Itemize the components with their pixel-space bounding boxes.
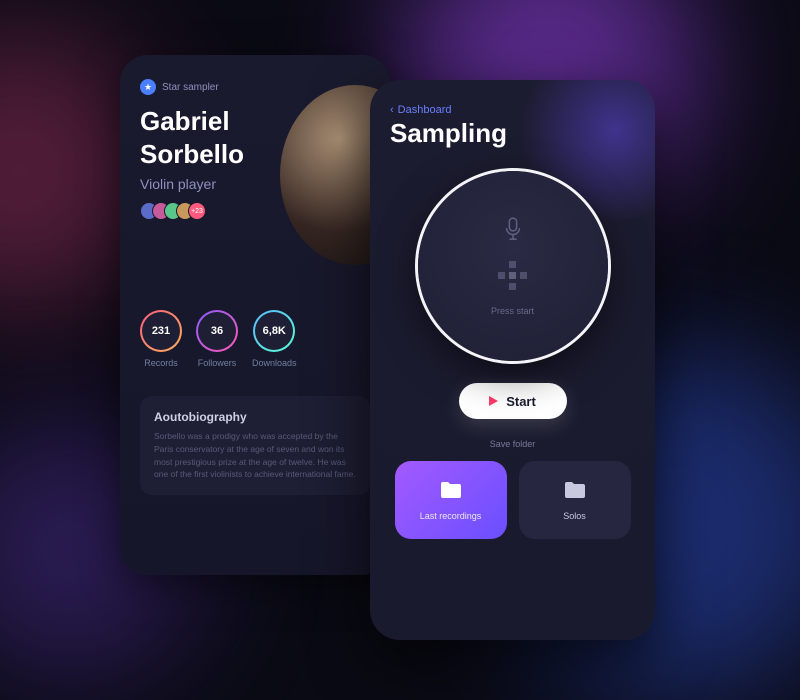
folder-grid: Last recordings Solos bbox=[390, 461, 635, 539]
folder-label: Last recordings bbox=[420, 511, 482, 521]
stat-followers[interactable]: 36 Followers bbox=[196, 310, 238, 368]
bio-title: Aoutobiography bbox=[154, 410, 356, 424]
artist-last-name: Sorbello bbox=[140, 139, 244, 169]
stat-downloads[interactable]: 6,8K Downloads bbox=[252, 310, 297, 368]
folder-label: Solos bbox=[563, 511, 586, 521]
chevron-left-icon: ‹ bbox=[390, 104, 394, 116]
stat-label: Followers bbox=[198, 358, 237, 368]
folder-icon bbox=[563, 480, 587, 505]
plus-icon bbox=[498, 261, 527, 290]
record-circle[interactable]: Press start bbox=[418, 171, 608, 361]
stats-row: 231 Records 36 Followers 6,8K Downloads bbox=[140, 310, 370, 368]
folder-icon bbox=[439, 480, 463, 505]
star-icon bbox=[140, 79, 156, 95]
badge-label: Star sampler bbox=[162, 82, 219, 93]
bio-section: Aoutobiography Sorbello was a prodigy wh… bbox=[140, 396, 370, 495]
profile-screen: Star sampler Gabriel Sorbello Violin pla… bbox=[120, 55, 390, 575]
folder-solos[interactable]: Solos bbox=[519, 461, 631, 539]
stat-value: 6,8K bbox=[253, 310, 295, 352]
stat-label: Records bbox=[144, 358, 178, 368]
start-button[interactable]: Start bbox=[459, 383, 567, 419]
save-folder-label: Save folder bbox=[390, 439, 635, 449]
back-label: Dashboard bbox=[398, 104, 452, 116]
page-title: Sampling bbox=[390, 118, 635, 149]
stat-records[interactable]: 231 Records bbox=[140, 310, 182, 368]
folder-last-recordings[interactable]: Last recordings bbox=[395, 461, 507, 539]
stat-label: Downloads bbox=[252, 358, 297, 368]
microphone-icon bbox=[502, 216, 524, 249]
artist-first-name: Gabriel bbox=[140, 106, 230, 136]
bio-text: Sorbello was a prodigy who was accepted … bbox=[154, 430, 356, 481]
sampling-screen: ‹ Dashboard Sampling Press start Start bbox=[370, 80, 655, 640]
play-icon bbox=[489, 396, 498, 406]
back-link[interactable]: ‹ Dashboard bbox=[390, 104, 635, 116]
avatar-more-badge: +23 bbox=[188, 202, 206, 220]
start-button-label: Start bbox=[506, 394, 536, 409]
stat-value: 36 bbox=[196, 310, 238, 352]
press-start-text: Press start bbox=[491, 306, 534, 316]
stat-value: 231 bbox=[140, 310, 182, 352]
